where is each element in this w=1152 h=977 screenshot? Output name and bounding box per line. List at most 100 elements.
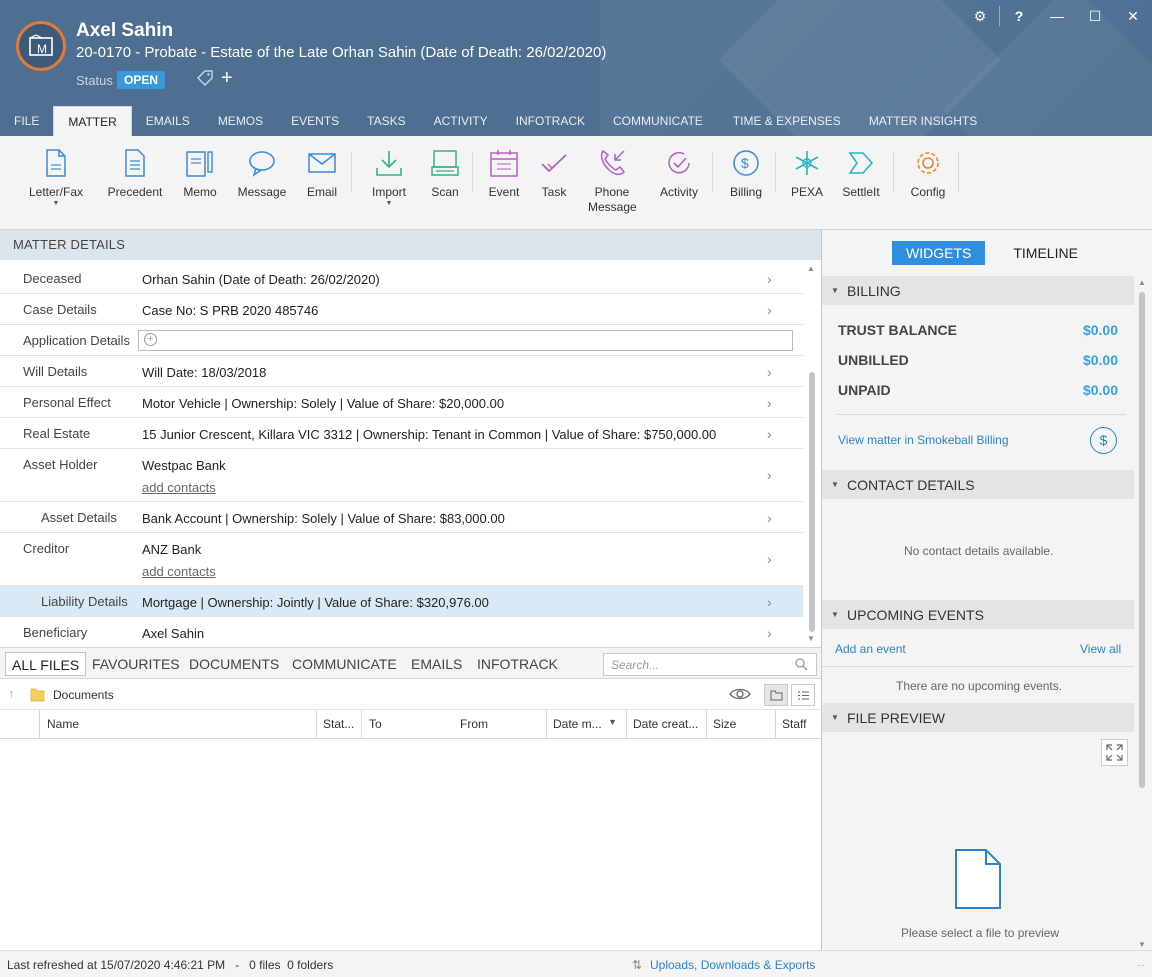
tab-matter[interactable]: MATTER	[53, 106, 132, 136]
billing-section-header[interactable]: ▼ BILLING	[822, 276, 1134, 305]
scroll-down-icon[interactable]: ▼	[807, 634, 815, 643]
tab-emails[interactable]: EMAILS	[132, 106, 204, 136]
timeline-toggle[interactable]: TIMELINE	[999, 241, 1092, 265]
scroll-up-icon[interactable]: ▲	[1138, 278, 1146, 287]
email-button[interactable]: Email	[302, 148, 342, 200]
task-button[interactable]: Task	[537, 148, 571, 200]
detail-row-application-details[interactable]: Application Details +	[0, 325, 803, 356]
chevron-right-icon[interactable]: ›	[767, 510, 772, 526]
uploads-downloads-link[interactable]: Uploads, Downloads & Exports	[650, 958, 815, 972]
tab-infotrack[interactable]: INFOTRACK	[502, 106, 599, 136]
detail-row-case-details[interactable]: Case Details Case No: S PRB 2020 485746 …	[0, 294, 803, 325]
settings-gear-icon[interactable]: ⚙	[961, 0, 999, 32]
scan-button[interactable]: Scan	[428, 148, 462, 200]
chevron-right-icon[interactable]: ›	[767, 551, 772, 567]
widgets-toggle[interactable]: WIDGETS	[892, 241, 986, 265]
detail-row-creditor[interactable]: Creditor ANZ Bank add contacts ›	[0, 533, 803, 586]
add-event-link[interactable]: Add an event	[835, 642, 906, 656]
chevron-right-icon[interactable]: ›	[767, 426, 772, 442]
event-button[interactable]: Event	[487, 148, 521, 200]
add-contacts-link[interactable]: add contacts	[142, 564, 216, 579]
letter-fax-button[interactable]: Letter/Fax ▼	[28, 148, 84, 208]
activity-button[interactable]: Activity	[656, 148, 702, 200]
file-preview-section-header[interactable]: ▼ FILE PREVIEW	[822, 703, 1134, 732]
chevron-right-icon[interactable]: ›	[767, 395, 772, 411]
resize-grip-icon[interactable]: ⋯	[1137, 961, 1146, 970]
chevron-right-icon[interactable]: ›	[767, 467, 772, 483]
detail-row-will-details[interactable]: Will Details Will Date: 18/03/2018 ›	[0, 356, 803, 387]
minimize-icon[interactable]: —	[1038, 0, 1076, 32]
detail-row-asset-holder[interactable]: Asset Holder Westpac Bank add contacts ›	[0, 449, 803, 502]
phone-message-button[interactable]: Phone Message	[588, 148, 637, 215]
tab-activity[interactable]: ACTIVITY	[420, 106, 502, 136]
settleit-button[interactable]: SettleIt	[840, 148, 882, 200]
message-button[interactable]: Message	[236, 148, 288, 200]
chevron-right-icon[interactable]: ›	[767, 302, 772, 318]
column-date-modified[interactable]: Date m... ▼	[546, 710, 626, 739]
add-circle-icon[interactable]: +	[144, 333, 157, 346]
scroll-up-icon[interactable]: ▲	[807, 264, 815, 273]
matter-details-scrollbar[interactable]: ▲ ▼	[806, 262, 818, 646]
chevron-right-icon[interactable]: ›	[767, 271, 772, 287]
tab-infotrack-files[interactable]: INFOTRACK	[471, 652, 564, 676]
eye-icon[interactable]	[729, 686, 751, 702]
folder-view-button[interactable]	[764, 684, 788, 706]
view-all-events-link[interactable]: View all	[1080, 642, 1121, 656]
billing-button[interactable]: $ Billing	[727, 148, 765, 200]
tab-communicate-files[interactable]: COMMUNICATE	[286, 652, 403, 676]
pexa-button[interactable]: PEXA	[790, 148, 824, 200]
column-staff[interactable]: Staff	[775, 710, 821, 739]
scroll-down-icon[interactable]: ▼	[1138, 940, 1146, 949]
detail-row-liability-details[interactable]: Liability Details Mortgage | Ownership: …	[0, 586, 803, 617]
memo-button[interactable]: Memo	[180, 148, 220, 200]
column-date-created[interactable]: Date creat...	[626, 710, 706, 739]
tab-matter-insights[interactable]: MATTER INSIGHTS	[855, 106, 991, 136]
import-button[interactable]: Import ▼	[368, 148, 410, 208]
column-to[interactable]: To	[361, 710, 454, 739]
detail-row-deceased[interactable]: Deceased Orhan Sahin (Date of Death: 26/…	[0, 263, 803, 294]
column-status[interactable]: Stat...	[316, 710, 361, 739]
maximize-icon[interactable]: ☐	[1076, 0, 1114, 32]
tab-emails-files[interactable]: EMAILS	[405, 652, 468, 676]
tab-memos[interactable]: MEMOS	[204, 106, 277, 136]
tag-icon[interactable]	[196, 69, 214, 90]
detail-row-beneficiary[interactable]: Beneficiary Axel Sahin ›	[0, 617, 803, 648]
status-badge[interactable]: OPEN	[117, 71, 166, 89]
billing-dollar-icon[interactable]: $	[1090, 427, 1117, 454]
help-icon[interactable]: ?	[1000, 0, 1038, 32]
tab-communicate[interactable]: COMMUNICATE	[599, 106, 719, 136]
detail-row-real-estate[interactable]: Real Estate 15 Junior Crescent, Killara …	[0, 418, 803, 449]
folder-outline-icon	[770, 690, 782, 700]
right-panel-scrollbar[interactable]: ▲ ▼	[1136, 278, 1148, 950]
view-in-billing-link[interactable]: View matter in Smokeball Billing	[838, 433, 1009, 447]
add-tag-icon[interactable]: +	[221, 68, 233, 88]
breadcrumb-documents[interactable]: Documents	[53, 688, 114, 702]
tab-tasks[interactable]: TASKS	[353, 106, 419, 136]
tab-all-files[interactable]: ALL FILES	[5, 652, 87, 676]
detail-row-asset-details[interactable]: Asset Details Bank Account | Ownership: …	[0, 502, 803, 533]
column-name[interactable]: Name	[39, 710, 316, 739]
column-from[interactable]: From	[454, 710, 546, 739]
column-icon[interactable]	[0, 710, 39, 739]
tab-favourites[interactable]: FAVOURITES	[86, 652, 186, 676]
chevron-right-icon[interactable]: ›	[767, 364, 772, 380]
application-details-input[interactable]: +	[138, 330, 793, 351]
upcoming-events-section-header[interactable]: ▼ UPCOMING EVENTS	[822, 600, 1134, 629]
chevron-right-icon[interactable]: ›	[767, 594, 772, 610]
up-arrow-icon[interactable]: ↑	[8, 686, 15, 701]
tab-events[interactable]: EVENTS	[277, 106, 353, 136]
expand-preview-button[interactable]	[1101, 739, 1128, 766]
column-size[interactable]: Size	[706, 710, 775, 739]
add-contacts-link[interactable]: add contacts	[142, 480, 216, 495]
chevron-right-icon[interactable]: ›	[767, 625, 772, 641]
list-view-button[interactable]	[791, 684, 815, 706]
tab-time-expenses[interactable]: TIME & EXPENSES	[719, 106, 855, 136]
precedent-button[interactable]: Precedent	[106, 148, 164, 200]
close-icon[interactable]: ✕	[1114, 0, 1152, 32]
tab-file[interactable]: FILE	[0, 106, 53, 136]
contact-details-section-header[interactable]: ▼ CONTACT DETAILS	[822, 470, 1134, 499]
detail-row-personal-effect[interactable]: Personal Effect Motor Vehicle | Ownershi…	[0, 387, 803, 418]
config-button[interactable]: Config	[908, 148, 948, 200]
files-search-input[interactable]: Search...	[603, 653, 817, 676]
tab-documents[interactable]: DOCUMENTS	[183, 652, 285, 676]
